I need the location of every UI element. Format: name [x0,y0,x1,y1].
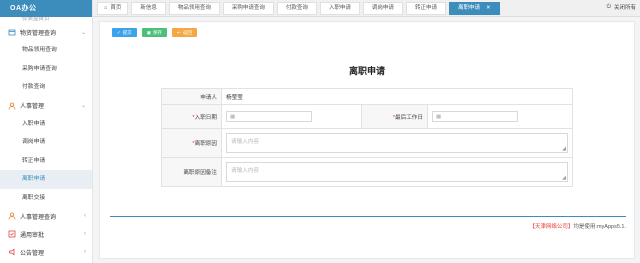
entry-date-input[interactable]: ▦ [226,111,312,122]
sidebar-item-transfer[interactable]: 调岗申请 [0,133,92,152]
sidebar-item-handover[interactable]: 离职交接 [0,189,92,208]
box-icon [8,28,16,36]
tab-label: 离职申请 [457,4,480,11]
footer-company: 【天津网络公司】 [529,224,574,230]
footer-text: 【天津网络公司】均是使用:myApps5.1. [529,222,626,230]
sidebar: OA办公 仪表盘首页 物资管理查询 ⌄ 物品领用查询 采购申请查询 付款查询 人… [0,0,93,263]
app-logo: OA办公 [0,0,92,17]
menu-group-label: 公告管理 [20,250,45,257]
menu-group-label: 人事管理 [20,104,45,110]
back-icon: ↩ [177,30,181,35]
entry-date-label: *入职日期 [161,104,222,129]
chevron-down-icon: ⌄ [80,29,86,36]
reason-label: *离职原因 [161,128,222,158]
menu-group-hr[interactable]: 人事管理 ⌄ [0,97,92,115]
reason-label-text: 离职原因 [194,141,217,147]
save-button[interactable]: ▣ 保存 [141,28,168,37]
menu-group-asset-query[interactable]: 物资管理查询 ⌄ [0,23,92,41]
last-work-date-input[interactable]: ▦ [432,111,518,122]
close-all-button[interactable]: ⏻ 关闭所有 [606,3,636,12]
home-icon: ⌂ [104,4,108,11]
remark-textarea[interactable]: 请输入内容 ◢ [226,162,568,182]
menu-group-label: 人事管理查询 [20,214,57,221]
back-button[interactable]: ↩ 返回 [172,28,197,37]
tab-label: 首页 [110,4,122,11]
remark-placeholder: 请输入内容 [231,168,259,174]
resignation-form: 申请人 杨莹莹 *入职日期 ▦ *最后工作日 ▦ *离职原因 请输入内容 ◢ 离… [161,88,573,187]
remark-label: 离职原因备注 [161,157,222,187]
sidebar-item-onboarding[interactable]: 入职申请 [0,115,92,134]
tab-new-info[interactable]: 新信息 [131,1,166,15]
calendar-icon: ▦ [436,113,442,120]
entry-date-label-text: 入职日期 [194,114,217,121]
menu-group-label: 通用审批 [20,232,45,239]
tabs-bar: ⌂ 首页 新信息 物品领用查询 采购申请查询 付款查询 入职申请 调岗申请 转正… [93,0,640,17]
menu-group-label: 物资管理查询 [20,30,57,37]
approval-icon [8,230,16,238]
tab-home[interactable]: ⌂ 首页 [97,1,129,15]
save-icon: ▣ [146,30,152,35]
back-label: 返回 [182,30,192,35]
form-toolbar: ✓ 提交 ▣ 保存 ↩ 返回 [112,28,202,37]
chevron-left-icon: ‹ [84,231,86,237]
applicant-value: 杨莹莹 [221,88,573,105]
close-all-label: 关闭所有 [613,5,636,11]
power-icon: ⏻ [606,3,611,10]
form-title: 离职申请 [348,66,385,76]
reason-placeholder: 请输入内容 [231,139,259,145]
resize-handle-icon[interactable]: ◢ [562,176,566,181]
chevron-left-icon: ‹ [84,249,86,255]
person-search-icon [8,212,16,220]
sidebar-item-purchase-query[interactable]: 采购申请查询 [0,60,92,79]
tab-resignation[interactable]: 离职申请 ✕ [448,1,500,15]
submit-button[interactable]: ✓ 提交 [112,28,137,37]
save-label: 保存 [153,30,163,35]
footer-divider [110,216,626,217]
footer-version: 均是使用:myApps5.1. [573,224,626,230]
submit-label: 提交 [122,30,132,35]
sidebar-item-item-query[interactable]: 物品领用查询 [0,41,92,60]
sidebar-item-regularization[interactable]: 转正申请 [0,152,92,171]
last-work-date-label: *最后工作日 [361,104,428,129]
tab-onboarding[interactable]: 入职申请 [319,1,360,15]
tab-purchase-query[interactable]: 采购申请查询 [222,1,274,15]
close-icon[interactable]: ✕ [486,2,491,15]
main-panel: ✓ 提交 ▣ 保存 ↩ 返回 离职申请 申请人 杨莹莹 *入职日期 ▦ *最后工… [99,21,635,259]
tab-transfer[interactable]: 调岗申请 [362,1,403,15]
notice-icon [8,248,16,256]
tab-payment-query[interactable]: 付款查询 [276,1,317,15]
chevron-down-icon: ⌄ [80,103,86,109]
last-work-date-label-text: 最后工作日 [395,114,423,121]
sidebar-item-resignation[interactable]: 离职申请 [0,170,92,189]
calendar-icon: ▦ [230,113,236,120]
sidebar-item-payment-query[interactable]: 付款查询 [0,78,92,97]
chevron-left-icon: ‹ [84,213,86,219]
applicant-label: 申请人 [161,88,222,105]
menu-group-notice[interactable]: 公告管理 ‹ [0,243,92,261]
resize-handle-icon[interactable]: ◢ [562,147,566,152]
submit-icon: ✓ [117,30,121,35]
tab-item-query[interactable]: 物品领用查询 [168,1,220,15]
tab-regularization[interactable]: 转正申请 [405,1,446,15]
person-icon [8,102,16,110]
reason-textarea[interactable]: 请输入内容 ◢ [226,133,568,153]
menu-group-hr-query[interactable]: 人事管理查询 ‹ [0,207,92,225]
menu-group-approval[interactable]: 通用审批 ‹ [0,225,92,243]
